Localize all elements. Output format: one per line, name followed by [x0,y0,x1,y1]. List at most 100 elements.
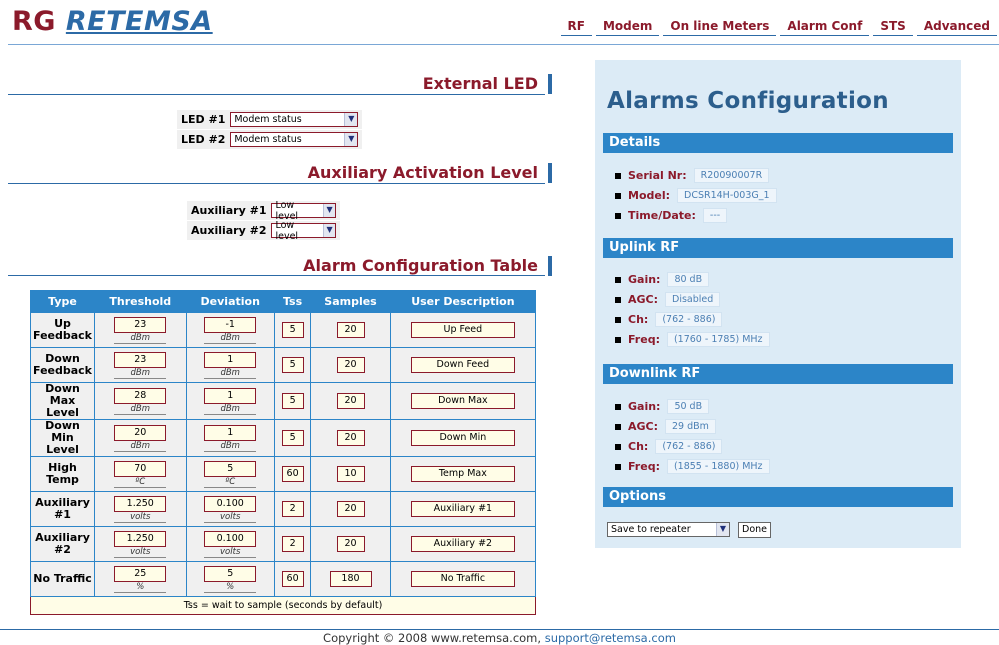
table-row: Down Min Level 20 dBm 1 dBm 5 20 Down Min [30,419,537,457]
deviation-input[interactable]: 1 [204,351,257,368]
threshold-cell: 1.250 volts [94,526,187,562]
threshold-cell: 23 dBm [94,347,187,383]
detail-time-key: Time/Date: [628,209,696,222]
bullet-icon [615,336,621,343]
led-2-select[interactable]: Modem status ▼ [230,132,359,147]
samples-input[interactable]: 20 [336,536,365,552]
uplink-freq-value: (1760 - 1785) MHz [666,332,770,347]
tss-input[interactable]: 5 [281,322,304,338]
description-input[interactable]: Auxiliary #1 [410,501,515,517]
tss-cell: 60 [273,561,312,597]
description-input[interactable]: Temp Max [410,466,515,482]
table-row: Down Max Level 28 dBm 1 dBm 5 20 Down Max [30,382,537,420]
description-input[interactable]: Down Min [410,430,515,446]
deviation-cell: 1 dBm [185,347,275,383]
deviation-unit: % [204,582,257,593]
deviation-cell: -1 dBm [185,312,275,348]
threshold-input[interactable]: 20 [114,424,167,441]
threshold-input[interactable]: 70 [114,460,167,477]
aux-2-value: Low level [275,219,299,242]
alarm-type: Down Min Level [30,419,95,457]
tss-input[interactable]: 2 [281,536,304,552]
downlink-agc: AGC: 29 dBm [615,419,716,434]
tss-footnote: Tss = wait to sample (seconds by default… [30,596,536,615]
description-cell: Temp Max [389,456,537,492]
deviation-unit: dBm [204,333,257,344]
threshold-input[interactable]: 23 [114,351,167,368]
deviation-input[interactable]: 0.100 [204,495,257,512]
tss-input[interactable]: 5 [281,393,304,409]
panel-title: Alarms Configuration [607,88,889,114]
support-email-link[interactable]: support@retemsa.com [545,631,676,645]
threshold-input[interactable]: 1.250 [114,530,167,547]
done-button[interactable]: Done [738,522,771,538]
chevron-down-icon: ▼ [716,523,729,536]
downlink-ch-key: Ch: [628,440,649,453]
aux-1-select[interactable]: Low level ▼ [271,200,337,222]
alarms-config-panel: Alarms Configuration Details Serial Nr: … [595,60,961,548]
samples-input[interactable]: 180 [329,571,372,587]
tss-cell: 5 [273,419,312,457]
description-input[interactable]: No Traffic [410,571,515,587]
deviation-input[interactable]: 1 [204,387,257,404]
chevron-down-icon: ▼ [344,133,358,146]
tss-input[interactable]: 60 [281,466,304,482]
samples-input[interactable]: 10 [336,466,365,482]
samples-input[interactable]: 20 [336,357,365,373]
threshold-input[interactable]: 25 [114,565,167,582]
threshold-input[interactable]: 23 [114,316,167,333]
led-2-row: LED #2 Modem status ▼ [177,130,363,149]
threshold-input[interactable]: 28 [114,387,167,404]
description-input[interactable]: Auxiliary #2 [410,536,515,552]
retemsa-logo: RG RETEMSA [12,6,213,37]
samples-input[interactable]: 20 [336,501,365,517]
tss-input[interactable]: 60 [281,571,304,587]
samples-cell: 20 [310,382,391,420]
nav-advanced[interactable]: Advanced [916,19,997,36]
nav-rf[interactable]: RF [560,19,592,36]
samples-input[interactable]: 20 [336,430,365,446]
deviation-input[interactable]: 0.100 [204,530,257,547]
bullet-icon [615,316,621,323]
nav-alarm-conf[interactable]: Alarm Conf [780,19,870,36]
deviation-input[interactable]: -1 [204,316,257,333]
nav-online-meters[interactable]: On line Meters [663,19,777,36]
nav-sts[interactable]: STS [873,19,913,36]
description-cell: Down Feed [389,347,537,383]
description-input[interactable]: Up Feed [410,322,515,338]
detail-serial-key: Serial Nr: [628,169,687,182]
bullet-icon [615,423,621,430]
alarm-rows: Up Feedback 23 dBm -1 dBm 5 20 Up Feed Down Feed… [30,312,537,597]
downlink-freq-key: Freq: [628,460,660,473]
table-row: Down Feedback 23 dBm 1 dBm 5 20 Down Feed [30,347,537,383]
samples-cell: 180 [310,561,391,597]
aux-2-select[interactable]: Low level ▼ [271,220,337,242]
threshold-input[interactable]: 1.250 [114,495,167,512]
description-input[interactable]: Down Feed [410,357,515,373]
tss-input[interactable]: 5 [281,430,304,446]
tss-input[interactable]: 2 [281,501,304,517]
uplink-agc: AGC: Disabled [615,292,721,307]
samples-input[interactable]: 20 [336,393,365,409]
alarm-type: High Temp [30,456,95,492]
col-user-description: User Description [389,290,537,313]
nav-modem[interactable]: Modem [595,19,660,36]
table-row: Up Feedback 23 dBm -1 dBm 5 20 Up Feed [30,312,537,348]
deviation-input[interactable]: 1 [204,424,257,441]
deviation-input[interactable]: 5 [204,460,257,477]
deviation-cell: 0.100 volts [185,526,275,562]
led-1-select[interactable]: Modem status ▼ [230,112,359,127]
description-cell: Down Min [389,419,537,457]
samples-input[interactable]: 20 [336,322,365,338]
chevron-down-icon: ▼ [322,224,336,237]
deviation-input[interactable]: 5 [204,565,257,582]
description-input[interactable]: Down Max [410,393,515,409]
save-mode-select[interactable]: Save to repeater ▼ [607,522,730,537]
col-tss: Tss [273,290,312,313]
detail-serial-value: R20090007R [693,168,770,183]
description-cell: Auxiliary #1 [389,491,537,527]
downlink-agc-value: 29 dBm [665,419,716,434]
tss-input[interactable]: 5 [281,357,304,373]
alarm-config-table: Type Threshold Deviation Tss Samples Use… [30,290,537,615]
downlink-freq-value: (1855 - 1880) MHz [666,459,770,474]
